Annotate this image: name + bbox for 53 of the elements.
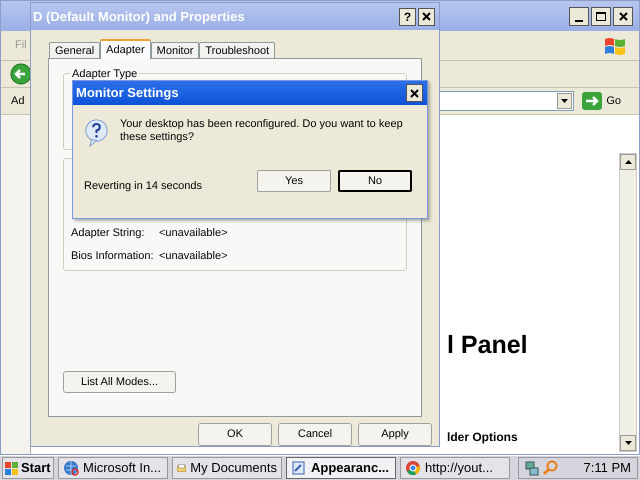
info-value: <unavailable>	[159, 248, 228, 264]
network-icon	[525, 460, 539, 476]
close-button[interactable]	[613, 6, 633, 26]
windows-logo-icon	[603, 36, 627, 56]
tab[interactable]: Adapter	[100, 39, 151, 59]
help-button[interactable]: ?	[399, 8, 416, 26]
globe-icon	[63, 460, 79, 476]
countdown-text: Reverting in 14 seconds	[84, 178, 204, 194]
scroll-down-button[interactable]	[620, 435, 636, 451]
scrollbar[interactable]	[619, 153, 637, 452]
close-button[interactable]	[406, 84, 423, 102]
dialog-button[interactable]: Apply	[358, 423, 432, 446]
message-title: Monitor Settings	[76, 84, 180, 102]
taskbar-button[interactable]: My Documents	[172, 457, 282, 479]
minimize-icon	[575, 20, 583, 22]
down-arrow-icon	[624, 441, 632, 445]
taskbar-button[interactable]: Microsoft In...	[58, 457, 168, 479]
taskbar-button[interactable]: http://yout...	[400, 457, 510, 479]
minimize-button[interactable]	[569, 6, 589, 26]
dialog-button[interactable]: No	[338, 170, 412, 192]
tab[interactable]: General	[49, 42, 100, 59]
maximize-icon	[596, 12, 606, 20]
windows-logo-icon	[5, 462, 19, 474]
scroll-up-button[interactable]	[620, 154, 636, 170]
chrome-icon	[405, 460, 421, 476]
clock: 7:11 PM	[584, 459, 631, 478]
list-all-modes-button[interactable]: List All Modes...	[63, 371, 176, 393]
taskbar-button[interactable]: Appearanc...	[286, 457, 396, 479]
caret-icon	[561, 99, 568, 103]
dialog-button[interactable]: OK	[198, 423, 272, 446]
info-label: Adapter String:	[71, 226, 146, 241]
folder-options-link[interactable]: lder Options	[447, 428, 619, 446]
close-button[interactable]	[418, 8, 435, 26]
dialog-button[interactable]: Yes	[257, 170, 331, 192]
close-icon	[410, 88, 419, 98]
page-heading: l Panel	[447, 333, 529, 358]
close-icon	[618, 12, 628, 20]
address-label: Ad	[11, 94, 24, 109]
start-button[interactable]: Start	[2, 457, 54, 479]
dialog-title: D (Default Monitor) and Properties	[33, 8, 246, 26]
arrow-right-icon	[582, 92, 602, 110]
tab[interactable]: Troubleshoot	[199, 42, 276, 59]
message-text: Your desktop has been reconfigured. Do you want to keep these settings?	[120, 118, 404, 145]
tab[interactable]: Monitor	[150, 42, 200, 59]
search-icon	[542, 460, 558, 476]
info-value: <unavailable>	[159, 226, 228, 241]
close-icon	[422, 12, 431, 21]
info-label: Bios Information:	[71, 248, 155, 264]
maximize-button[interactable]	[591, 6, 611, 26]
dialog-button[interactable]: Cancel	[278, 423, 352, 446]
up-arrow-icon	[624, 160, 632, 164]
go-button[interactable]: Go	[582, 92, 621, 110]
dropdown-button[interactable]	[557, 93, 572, 109]
